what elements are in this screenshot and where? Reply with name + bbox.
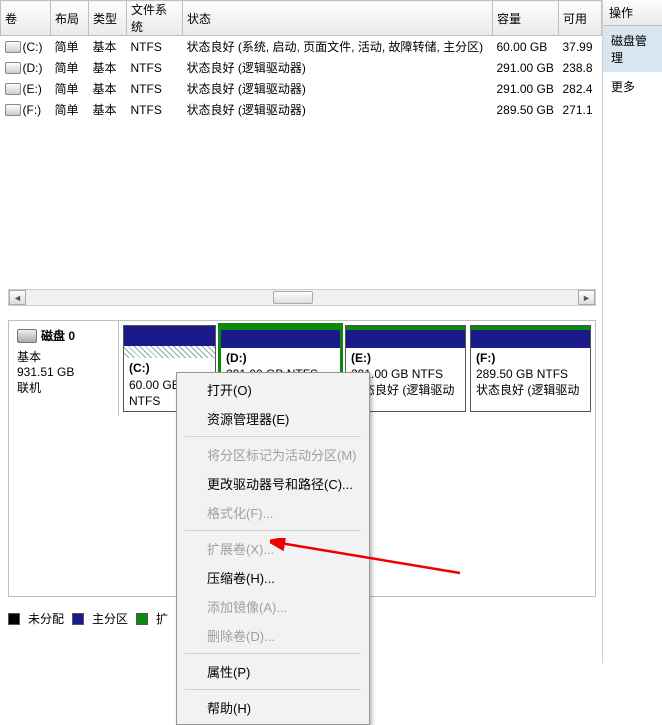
menu-delete: 删除卷(D)... (179, 621, 367, 650)
partition-f[interactable]: (F:)289.50 GB NTFS状态良好 (逻辑驱动 (470, 325, 591, 412)
table-row[interactable]: (D:) 简单 基本 NTFS 状态良好 (逻辑驱动器) 291.00 GB 2… (1, 57, 602, 78)
scroll-thumb[interactable] (273, 291, 313, 304)
scroll-left-button[interactable]: ◄ (9, 290, 26, 305)
menu-extend: 扩展卷(X)... (179, 534, 367, 563)
table-row[interactable]: (C:) 简单 基本 NTFS 状态良好 (系统, 启动, 页面文件, 活动, … (1, 36, 602, 58)
table-row[interactable]: (E:) 简单 基本 NTFS 状态良好 (逻辑驱动器) 291.00 GB 2… (1, 78, 602, 99)
menu-mirror: 添加镜像(A)... (179, 592, 367, 621)
col-layout[interactable]: 布局 (51, 1, 89, 36)
disk-online: 联机 (17, 379, 110, 396)
menu-separator (185, 436, 361, 437)
menu-shrink[interactable]: 压缩卷(H)... (179, 563, 367, 592)
menu-separator (185, 530, 361, 531)
legend: 未分配 主分区 扩 (8, 610, 168, 627)
menu-help[interactable]: 帮助(H) (179, 693, 367, 722)
menu-mark-active: 将分区标记为活动分区(M) (179, 440, 367, 469)
col-capacity[interactable]: 容量 (493, 1, 559, 36)
scroll-right-button[interactable]: ► (578, 290, 595, 305)
menu-open[interactable]: 打开(O) (179, 375, 367, 404)
col-filesystem[interactable]: 文件系统 (127, 1, 183, 36)
menu-change-letter[interactable]: 更改驱动器号和路径(C)... (179, 469, 367, 498)
legend-swatch-unallocated (8, 613, 20, 625)
disk-basic: 基本 (17, 348, 110, 365)
volume-icon (5, 41, 21, 53)
horizontal-scrollbar[interactable]: ◄ ► (8, 289, 596, 306)
volume-icon (5, 62, 21, 74)
table-row[interactable]: (F:) 简单 基本 NTFS 状态良好 (逻辑驱动器) 289.50 GB 2… (1, 99, 602, 120)
hdd-icon (17, 329, 37, 343)
menu-separator (185, 653, 361, 654)
actions-more[interactable]: 更多 (603, 72, 662, 101)
menu-format: 格式化(F)... (179, 498, 367, 527)
menu-properties[interactable]: 属性(P) (179, 657, 367, 686)
volume-icon (5, 104, 21, 116)
col-status[interactable]: 状态 (183, 1, 493, 36)
volume-table: 卷 布局 类型 文件系统 状态 容量 可用 (C:) 简单 基本 NTFS 状态… (0, 0, 602, 120)
col-volume[interactable]: 卷 (1, 1, 51, 36)
context-menu: 打开(O) 资源管理器(E) 将分区标记为活动分区(M) 更改驱动器号和路径(C… (176, 372, 370, 725)
table-header-row: 卷 布局 类型 文件系统 状态 容量 可用 (1, 1, 602, 36)
disk-info[interactable]: 磁盘 0 基本 931.51 GB 联机 (9, 321, 119, 416)
col-free[interactable]: 可用 (559, 1, 602, 36)
actions-header: 操作 (603, 0, 662, 26)
actions-panel: 操作 磁盘管理 更多 (602, 0, 662, 663)
legend-swatch-extended (136, 613, 148, 625)
menu-explorer[interactable]: 资源管理器(E) (179, 404, 367, 433)
menu-separator (185, 689, 361, 690)
legend-swatch-primary (72, 613, 84, 625)
disk-size: 931.51 GB (17, 365, 110, 379)
disk-title: 磁盘 0 (41, 327, 75, 344)
actions-diskmgmt[interactable]: 磁盘管理 (603, 26, 662, 72)
volume-icon (5, 83, 21, 95)
col-type[interactable]: 类型 (89, 1, 127, 36)
